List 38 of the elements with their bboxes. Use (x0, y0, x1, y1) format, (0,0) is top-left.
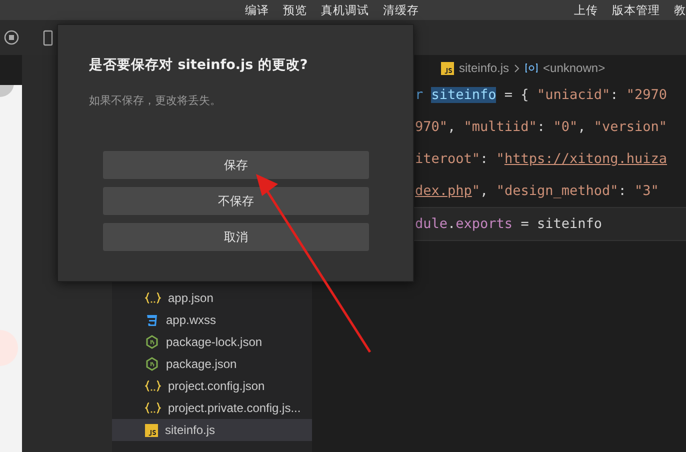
phone-icon[interactable] (43, 30, 53, 46)
js-file-icon (441, 62, 454, 74)
file-tree-item[interactable]: project.private.config.js... (112, 397, 312, 419)
braces-icon (145, 402, 161, 414)
menu-item[interactable]: 预览 (283, 2, 307, 18)
file-tree-item[interactable]: package-lock.json (112, 331, 312, 353)
dialog-title: 是否要保存对 siteinfo.js 的更改? (89, 56, 309, 74)
code-line: dex.php", "design_method": "3" (415, 183, 659, 199)
file-tree-item[interactable]: app.wxss (112, 309, 312, 331)
menu-item[interactable]: 上传 (574, 2, 598, 18)
code-line: 970", "multiid": "0", "version" (415, 119, 668, 135)
stop-icon[interactable] (4, 30, 19, 45)
variable-icon (525, 63, 538, 73)
dialog-button[interactable]: 取消 (103, 223, 369, 251)
menu-item[interactable]: 版本管理 (612, 2, 660, 18)
js-file-icon (145, 424, 158, 436)
breadcrumb-symbol[interactable]: <unknown> (543, 61, 606, 75)
braces-icon (145, 292, 161, 304)
menu-item[interactable]: 真机调试 (321, 2, 369, 18)
menu-item[interactable]: 清缓存 (383, 2, 419, 18)
braces-icon (145, 380, 161, 392)
code-line: dule.exports = siteinfo (415, 216, 602, 232)
chevron-right-icon (514, 64, 520, 72)
file-tree-item[interactable]: app.json (112, 287, 312, 309)
menu-item[interactable]: 教 (674, 2, 686, 18)
file-tree-item[interactable]: package.json (112, 353, 312, 375)
hexagon-icon (145, 357, 159, 371)
dialog-button[interactable]: 不保存 (103, 187, 369, 215)
file-tree-item[interactable]: siteinfo.js (112, 419, 312, 441)
breadcrumb-file[interactable]: siteinfo.js (459, 61, 510, 75)
css-icon (145, 314, 159, 326)
code-line: r siteinfo = { "uniacid": "2970 (415, 87, 667, 103)
code-line: iteroot": "https://xitong.huiza (415, 151, 667, 167)
dialog-button[interactable]: 保存 (103, 151, 369, 179)
file-tree-item[interactable]: project.config.json (112, 375, 312, 397)
menu-item[interactable]: 编译 (245, 2, 269, 18)
hexagon-icon (145, 335, 159, 349)
dialog-message: 如果不保存，更改将丢失。 (89, 93, 222, 108)
